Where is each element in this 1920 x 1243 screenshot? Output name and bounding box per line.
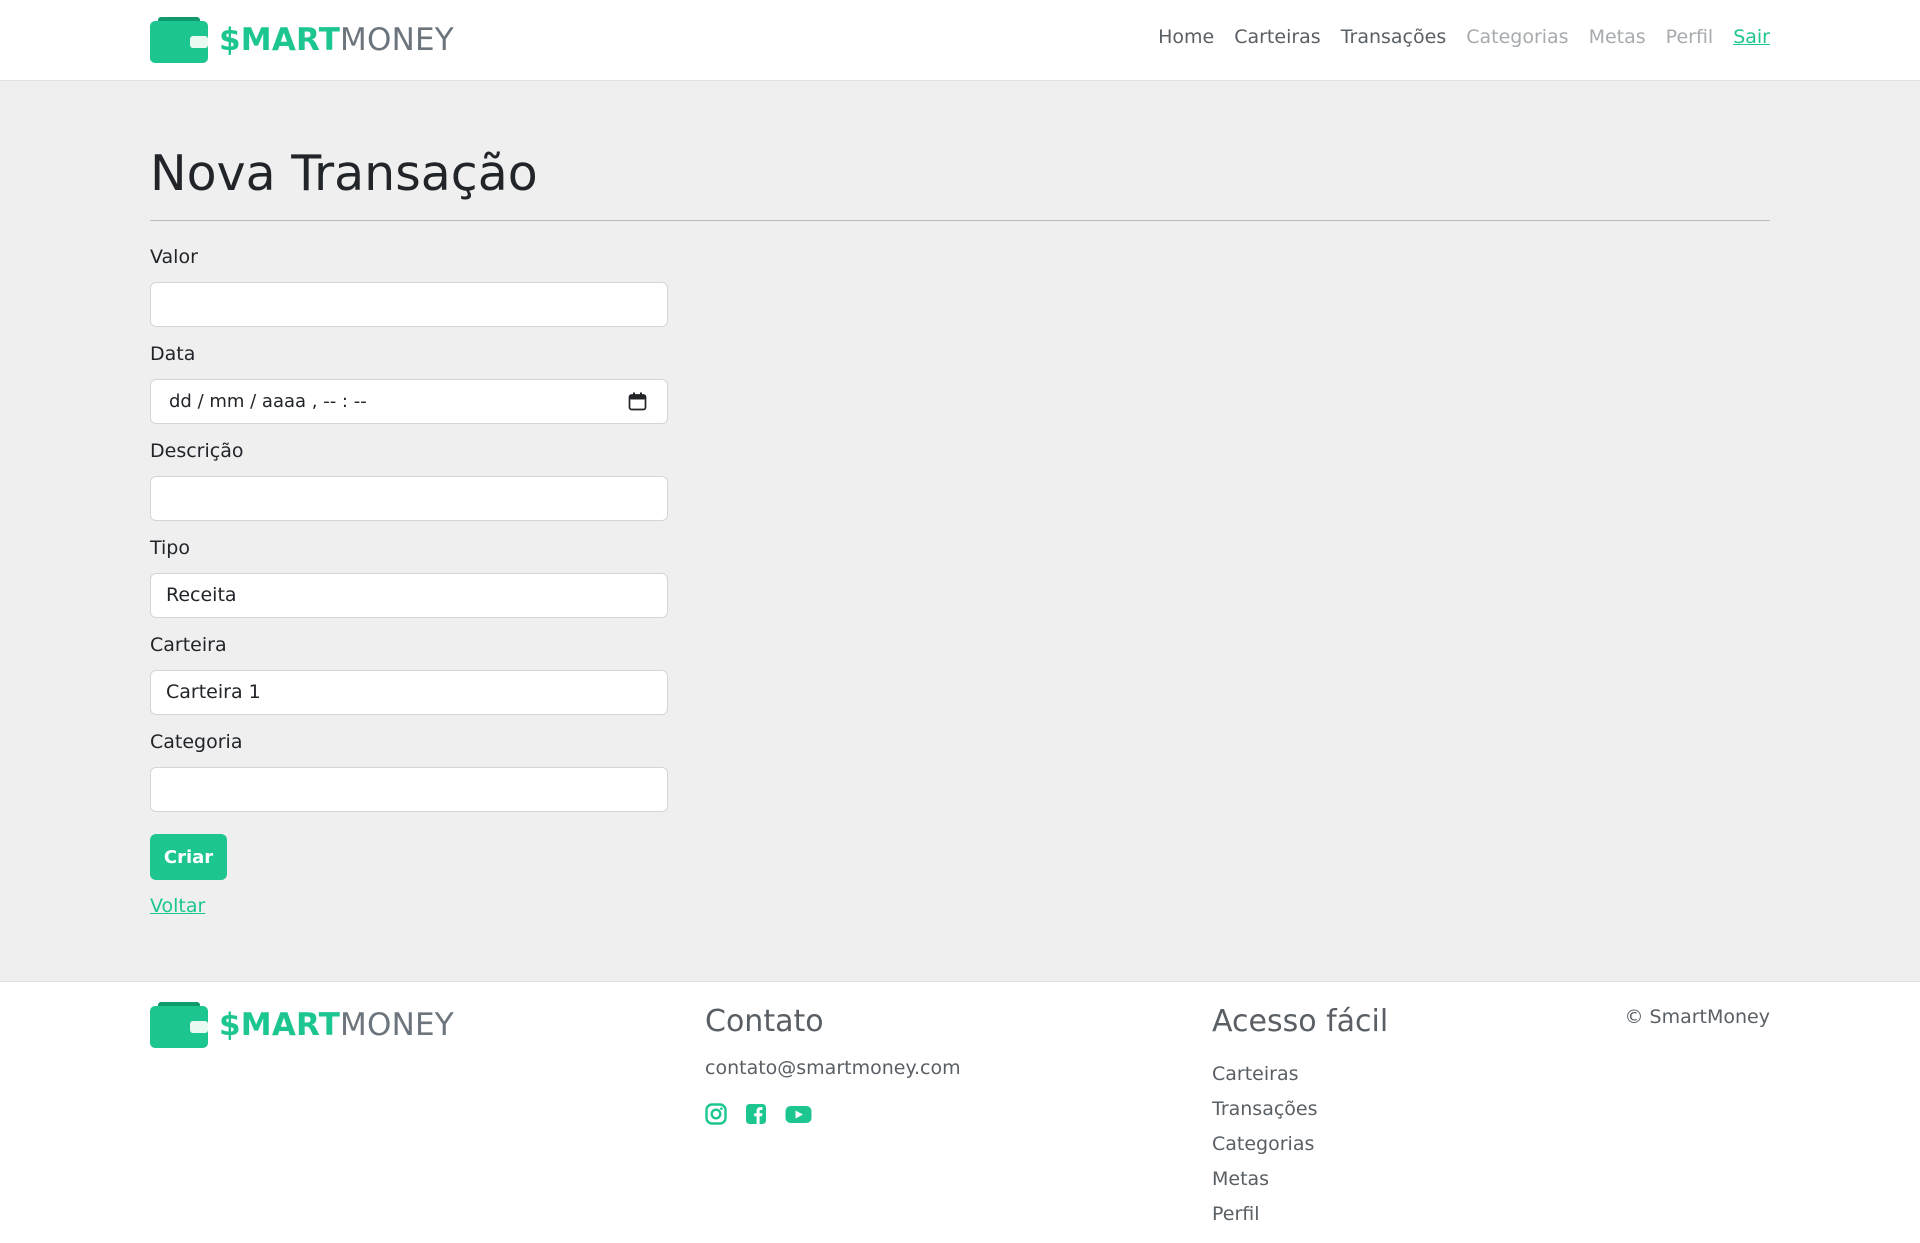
data-label: Data xyxy=(150,343,196,365)
categoria-select[interactable] xyxy=(150,767,668,812)
social-links xyxy=(705,1102,812,1126)
quick-link-transacoes[interactable]: Transações xyxy=(1212,1092,1318,1127)
nav-metas[interactable]: Metas xyxy=(1589,26,1646,48)
tipo-select[interactable]: Receita xyxy=(150,573,668,618)
footer-wordmark-bold: $MART xyxy=(219,1007,341,1043)
descricao-label: Descrição xyxy=(150,440,244,462)
site-footer: $MARTMONEY Contato contato@smartmoney.co… xyxy=(0,981,1920,1243)
carteira-select[interactable]: Carteira 1 xyxy=(150,670,668,715)
contact-email[interactable]: contato@smartmoney.com xyxy=(705,1057,961,1079)
carteira-selected-value: Carteira 1 xyxy=(166,681,261,703)
footer-brand-logo[interactable]: $MARTMONEY xyxy=(150,1002,454,1048)
title-divider xyxy=(150,220,1770,221)
wallet-icon xyxy=(150,1002,208,1048)
calendar-icon[interactable] xyxy=(628,392,647,411)
top-navbar: $MARTMONEY Home Carteiras Transações Cat… xyxy=(0,0,1920,81)
brand-logo[interactable]: $MARTMONEY xyxy=(150,17,454,63)
nav-transacoes[interactable]: Transações xyxy=(1341,26,1447,48)
nav-carteiras[interactable]: Carteiras xyxy=(1234,26,1321,48)
voltar-link[interactable]: Voltar xyxy=(150,895,205,917)
page-title: Nova Transação xyxy=(150,145,538,202)
nav-sair[interactable]: Sair xyxy=(1733,26,1770,48)
brand-wordmark-light: MONEY xyxy=(340,22,454,58)
valor-input[interactable] xyxy=(150,282,668,327)
footer-brand-wordmark: $MARTMONEY xyxy=(219,1002,454,1048)
quick-link-categorias[interactable]: Categorias xyxy=(1212,1127,1318,1162)
quick-link-carteiras[interactable]: Carteiras xyxy=(1212,1057,1318,1092)
nav-home[interactable]: Home xyxy=(1158,26,1214,48)
categoria-label: Categoria xyxy=(150,731,243,753)
brand-wordmark: $MARTMONEY xyxy=(219,17,454,63)
footer-wordmark-light: MONEY xyxy=(340,1007,454,1043)
instagram-icon[interactable] xyxy=(705,1102,727,1126)
acesso-facil-heading: Acesso fácil xyxy=(1212,1004,1389,1039)
nav-categorias[interactable]: Categorias xyxy=(1466,26,1568,48)
wallet-icon xyxy=(150,17,208,63)
criar-button[interactable]: Criar xyxy=(150,834,227,880)
facebook-icon[interactable] xyxy=(745,1102,767,1126)
quick-link-perfil[interactable]: Perfil xyxy=(1212,1197,1318,1232)
nav-perfil[interactable]: Perfil xyxy=(1666,26,1714,48)
contato-heading: Contato xyxy=(705,1004,824,1039)
quick-link-metas[interactable]: Metas xyxy=(1212,1162,1318,1197)
descricao-input[interactable] xyxy=(150,476,668,521)
youtube-icon[interactable] xyxy=(785,1102,812,1126)
brand-wordmark-bold: $MART xyxy=(219,22,341,58)
data-datetime-input[interactable]: dd / mm / aaaa , -- : -- xyxy=(150,379,668,424)
quick-access-list: Carteiras Transações Categorias Metas Pe… xyxy=(1212,1057,1318,1232)
copyright-text: © SmartMoney xyxy=(1624,1006,1770,1028)
tipo-selected-value: Receita xyxy=(166,584,237,606)
main-nav: Home Carteiras Transações Categorias Met… xyxy=(1158,26,1770,48)
valor-label: Valor xyxy=(150,246,198,268)
tipo-label: Tipo xyxy=(150,537,190,559)
data-input-placeholder: dd / mm / aaaa , -- : -- xyxy=(169,391,367,412)
carteira-label: Carteira xyxy=(150,634,227,656)
